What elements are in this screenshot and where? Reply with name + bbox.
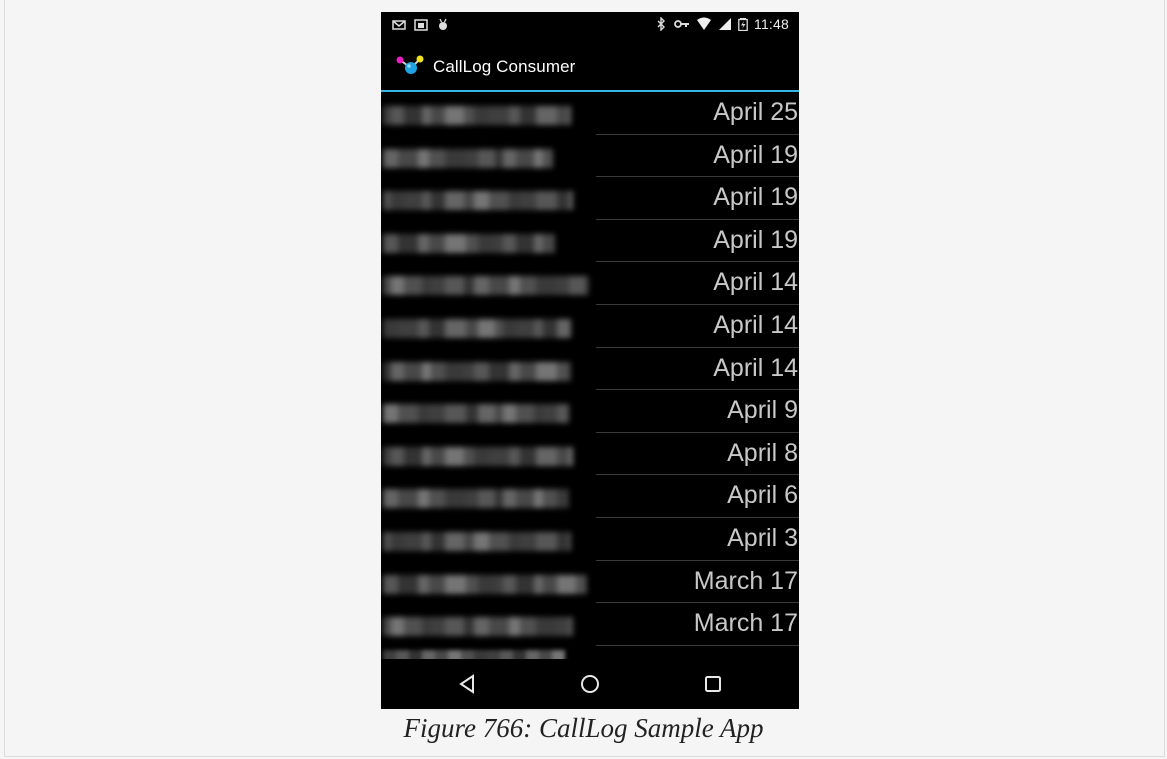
app-molecule-icon bbox=[396, 55, 424, 74]
phone-screen: 11:48 CallLog Consumer April 25 April 19 A… bbox=[381, 12, 799, 709]
obscured-phone-number bbox=[383, 191, 573, 211]
call-log-row[interactable]: April 19 bbox=[381, 177, 799, 220]
call-log-row[interactable]: March 17 bbox=[381, 561, 799, 604]
call-log-row[interactable]: April 19 bbox=[381, 220, 799, 263]
call-date: April 19 bbox=[713, 183, 798, 212]
obscured-phone-number bbox=[383, 617, 573, 637]
vpn-key-icon bbox=[674, 20, 689, 28]
call-date: April 8 bbox=[727, 438, 798, 467]
call-log-row[interactable]: April 14 bbox=[381, 262, 799, 305]
email-icon bbox=[392, 20, 406, 30]
action-bar: CallLog Consumer bbox=[381, 40, 799, 92]
signal-icon bbox=[719, 18, 731, 30]
call-log-row[interactable]: April 25 bbox=[381, 92, 799, 135]
obscured-phone-number bbox=[383, 531, 571, 551]
home-icon[interactable] bbox=[578, 672, 602, 696]
obscured-phone-number bbox=[383, 404, 569, 424]
call-log-list[interactable]: April 25 April 19 April 19 April 19 April 14… bbox=[381, 92, 799, 659]
call-log-row[interactable]: April 14 bbox=[381, 348, 799, 391]
call-log-row[interactable]: April 9 bbox=[381, 390, 799, 433]
obscured-phone-number bbox=[383, 649, 565, 659]
call-date: March 17 bbox=[693, 609, 798, 638]
call-date: April 3 bbox=[727, 523, 798, 552]
android-debug-icon bbox=[439, 18, 447, 30]
call-date: April 25 bbox=[713, 98, 798, 126]
obscured-phone-number bbox=[383, 318, 571, 338]
call-date: April 14 bbox=[713, 268, 798, 297]
status-left-icons bbox=[392, 18, 450, 32]
navigation-bar bbox=[381, 659, 799, 709]
call-date: April 6 bbox=[727, 481, 798, 510]
call-log-row[interactable]: March 17 bbox=[381, 603, 799, 646]
obscured-phone-number bbox=[383, 361, 571, 381]
status-bar: 11:48 bbox=[381, 12, 799, 40]
call-date: March 17 bbox=[693, 566, 798, 595]
obscured-phone-number bbox=[383, 233, 555, 253]
call-log-row[interactable]: April 6 bbox=[381, 475, 799, 518]
wifi-icon bbox=[697, 17, 711, 30]
call-date: April 19 bbox=[713, 225, 798, 254]
obscured-phone-number bbox=[383, 446, 573, 466]
call-date: April 14 bbox=[713, 353, 798, 382]
status-clock: 11:48 bbox=[754, 16, 789, 32]
app-title: CallLog Consumer bbox=[433, 57, 576, 76]
call-log-row[interactable]: April 19 bbox=[381, 135, 799, 178]
obscured-phone-number bbox=[383, 489, 569, 509]
status-right-icons: 11:48 bbox=[654, 16, 789, 32]
bluetooth-icon bbox=[657, 17, 665, 31]
obscured-phone-number bbox=[383, 148, 553, 168]
back-icon[interactable] bbox=[456, 672, 480, 696]
obscured-phone-number bbox=[383, 276, 589, 296]
obscured-phone-number bbox=[383, 574, 587, 594]
call-log-row[interactable]: April 14 bbox=[381, 305, 799, 348]
call-date: April 9 bbox=[727, 396, 798, 425]
obscured-phone-number bbox=[383, 106, 571, 125]
battery-charging-icon bbox=[738, 18, 748, 31]
call-log-row-partial[interactable] bbox=[381, 646, 799, 659]
figure-caption: Figure 766: CallLog Sample App bbox=[403, 713, 764, 743]
call-log-row[interactable]: April 3 bbox=[381, 518, 799, 561]
call-date: April 14 bbox=[713, 310, 798, 339]
recents-icon[interactable] bbox=[701, 672, 725, 696]
call-log-row[interactable]: April 8 bbox=[381, 433, 799, 476]
gallery-icon bbox=[414, 19, 428, 31]
call-date: April 19 bbox=[713, 140, 798, 169]
